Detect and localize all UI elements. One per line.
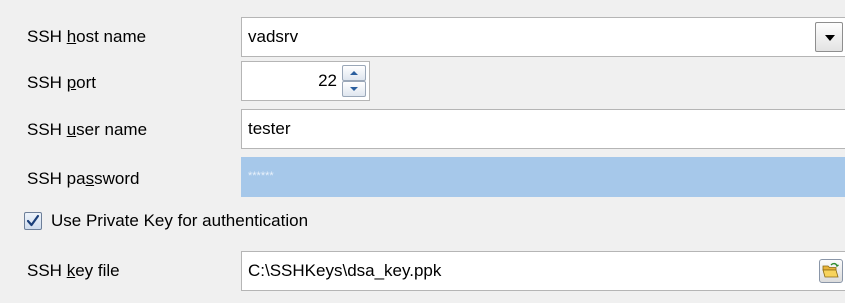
browse-key-file-button[interactable] (819, 259, 843, 283)
arrow-down-icon (350, 87, 358, 91)
port-spin-field[interactable]: 22 (241, 61, 370, 101)
key-file-label: SSH key file (27, 259, 120, 283)
host-label: SSH host name (27, 25, 146, 49)
host-label-accel: h (66, 27, 77, 46)
key-file-value: C:\SSHKeys\dsa_key.ppk (248, 261, 442, 280)
user-label-pre: SSH (27, 120, 67, 139)
open-folder-icon (822, 262, 839, 278)
user-label: SSH user name (27, 118, 147, 142)
port-label-accel: p (66, 73, 77, 92)
port-increment-button[interactable] (342, 65, 366, 81)
host-label-post: ost name (76, 27, 147, 46)
user-name-value: tester (248, 119, 291, 138)
user-label-accel: u (66, 120, 77, 139)
user-name-input[interactable]: tester (241, 109, 845, 149)
key-file-label-accel: k (66, 261, 76, 280)
key-file-label-pre: SSH (27, 261, 67, 280)
host-label-pre: SSH (27, 27, 67, 46)
port-label-post: ort (76, 73, 96, 92)
port-value: 22 (318, 71, 337, 90)
port-spinner[interactable] (342, 65, 366, 97)
password-label: SSH password (27, 167, 139, 191)
password-label-accel: s (85, 169, 95, 188)
password-input[interactable]: ****** (241, 157, 845, 197)
port-label-pre: SSH (27, 73, 67, 92)
private-key-checkbox[interactable] (24, 212, 42, 230)
user-label-post: ser name (76, 120, 148, 139)
host-name-combobox[interactable]: vadsrv (241, 17, 845, 57)
port-label: SSH port (27, 71, 96, 95)
checkmark-icon (26, 214, 40, 227)
password-label-post: sword (94, 169, 140, 188)
key-file-input[interactable]: C:\SSHKeys\dsa_key.ppk (241, 251, 845, 291)
port-decrement-button[interactable] (342, 81, 366, 97)
password-label-pre: SSH pa (27, 169, 86, 188)
host-name-value: vadsrv (248, 27, 299, 46)
chevron-down-icon (825, 35, 835, 41)
private-key-checkbox-label[interactable]: Use Private Key for authentication (51, 209, 308, 233)
key-file-label-post: ey file (75, 261, 120, 280)
password-value: ****** (248, 170, 274, 182)
arrow-up-icon (350, 71, 358, 75)
host-dropdown-button[interactable] (815, 22, 843, 52)
